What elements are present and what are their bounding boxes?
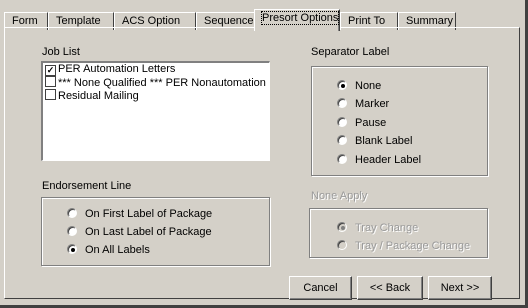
tab-presort-options[interactable]: Presort Options <box>254 9 340 31</box>
tab-presort-options-label: Presort Options <box>260 11 340 25</box>
radio-icon[interactable] <box>67 226 77 236</box>
job-list-label: Job List <box>42 46 80 58</box>
endorsement-option-all[interactable]: On All Labels <box>67 243 150 257</box>
next-button[interactable]: Next >> <box>428 276 492 300</box>
separator-option-label: Blank Label <box>355 135 413 147</box>
job-list-item-label: *** None Qualified *** PER Nonautomation… <box>58 77 270 89</box>
separator-option-marker[interactable]: Marker <box>337 97 389 111</box>
none-apply-option-label: Tray / Package Change <box>355 240 471 252</box>
endorsement-option-label: On All Labels <box>85 244 150 256</box>
radio-icon[interactable] <box>337 154 347 164</box>
radio-selected-icon[interactable] <box>67 244 77 254</box>
separator-label-heading: Separator Label <box>311 46 390 58</box>
separator-option-pause[interactable]: Pause <box>337 116 386 130</box>
none-apply-option-tray-change: Tray Change <box>337 221 418 235</box>
none-apply-option-label: Tray Change <box>355 222 419 234</box>
job-checkbox[interactable] <box>45 76 56 87</box>
job-checkbox[interactable] <box>45 89 56 100</box>
job-list-item[interactable]: Residual Mailing <box>43 89 269 102</box>
endorsement-option-label: On First Label of Package <box>85 208 213 220</box>
job-checkbox-checked[interactable]: ✓ <box>45 65 56 76</box>
endorsement-option-label: On Last Label of Package <box>85 226 212 238</box>
separator-option-blank-label[interactable]: Blank Label <box>337 134 413 148</box>
endorsement-line-heading: Endorsement Line <box>42 180 132 192</box>
radio-selected-icon[interactable] <box>337 80 347 90</box>
presort-options-dialog: Form Template ACS Option Sequence Presor… <box>0 0 528 308</box>
separator-option-label: Pause <box>355 117 387 129</box>
radio-icon[interactable] <box>337 98 347 108</box>
radio-icon[interactable] <box>337 117 347 127</box>
endorsement-option-last[interactable]: On Last Label of Package <box>67 225 212 239</box>
separator-option-none[interactable]: None <box>337 79 381 93</box>
none-apply-heading: None Apply <box>311 190 368 202</box>
none-apply-option-tray-package-change: Tray / Package Change <box>337 239 470 253</box>
tab-sequence-label: Sequence <box>204 15 254 27</box>
job-list-item-label: Residual Mailing <box>58 90 139 102</box>
endorsement-option-first[interactable]: On First Label of Package <box>67 207 212 221</box>
separator-option-label: None <box>355 80 382 92</box>
tab-summary-label: Summary <box>406 15 454 27</box>
job-list-box[interactable]: ✓ PER Automation Letters *** None Qualifi… <box>41 61 270 161</box>
tab-form-label: Form <box>12 15 38 27</box>
separator-option-label: Marker <box>355 98 390 110</box>
radio-disabled-selected-icon <box>337 222 347 232</box>
cancel-button[interactable]: Cancel <box>289 276 352 300</box>
tab-acs-option-label: ACS Option <box>122 15 181 27</box>
tab-template-label: Template <box>56 15 101 27</box>
radio-icon[interactable] <box>67 208 77 218</box>
separator-option-header-label[interactable]: Header Label <box>337 153 421 167</box>
radio-disabled-icon <box>337 240 347 250</box>
radio-icon[interactable] <box>337 135 347 145</box>
job-list-item[interactable]: *** None Qualified *** PER Nonautomation… <box>43 76 269 89</box>
tab-print-to-label: Print To <box>348 15 386 27</box>
back-button[interactable]: << Back <box>357 276 423 300</box>
job-list-item-label: PER Automation Letters <box>58 63 176 75</box>
job-list-item[interactable]: ✓ PER Automation Letters <box>43 63 269 76</box>
separator-option-label: Header Label <box>355 154 422 166</box>
